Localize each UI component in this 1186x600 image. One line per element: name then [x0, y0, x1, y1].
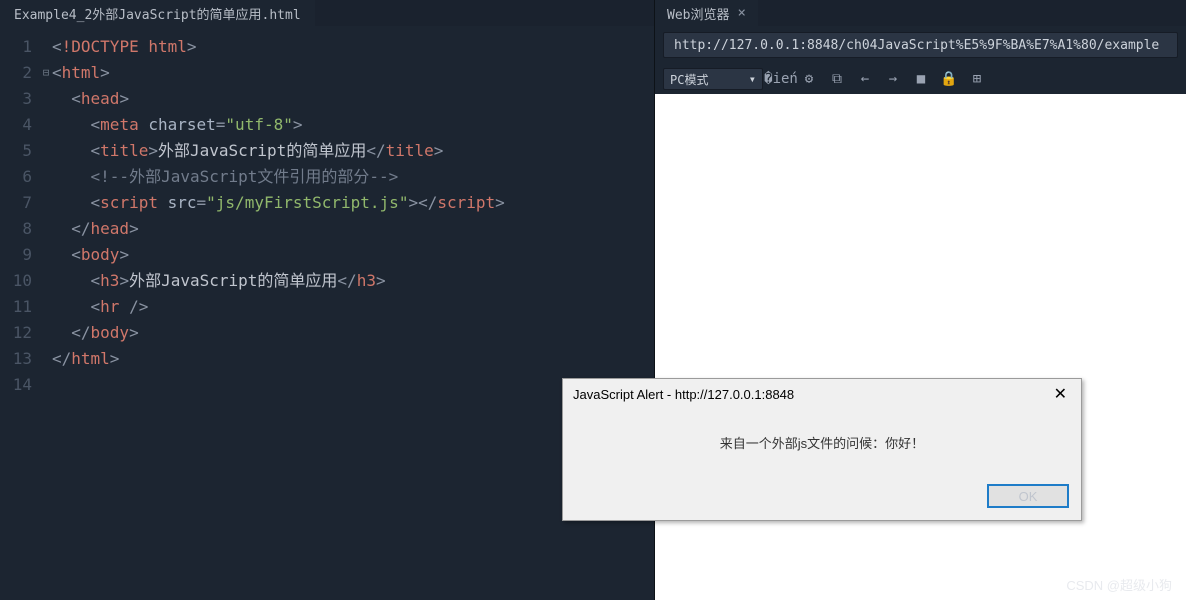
line-number: 1 [0, 34, 32, 60]
js-alert-dialog: JavaScript Alert - http://127.0.0.1:8848… [562, 378, 1082, 521]
fold-marker[interactable] [40, 346, 52, 372]
watermark: CSDN @超级小狗 [1066, 575, 1172, 594]
stop-icon[interactable]: ■ [911, 69, 931, 89]
fold-marker[interactable] [40, 138, 52, 164]
back-icon[interactable]: ← [855, 69, 875, 89]
alert-title-text: JavaScript Alert - http://127.0.0.1:8848 [573, 387, 794, 402]
code-line[interactable]: </head> [52, 216, 654, 242]
close-icon[interactable]: × [737, 5, 745, 21]
line-number: 12 [0, 320, 32, 346]
open-window-icon[interactable]: ⧉ [827, 69, 847, 89]
chevron-down-icon: ▾ [749, 72, 756, 86]
mode-select[interactable]: PC模式 ▾ [663, 68, 763, 90]
line-number: 10 [0, 268, 32, 294]
editor-pane: Example4_2外部JavaScript的简单应用.html 1234567… [0, 0, 655, 600]
fold-marker[interactable] [40, 294, 52, 320]
url-bar[interactable]: http://127.0.0.1:8848/ch04JavaScript%E5%… [663, 32, 1178, 58]
line-number: 5 [0, 138, 32, 164]
line-number: 7 [0, 190, 32, 216]
line-number: 4 [0, 112, 32, 138]
line-number: 2 [0, 60, 32, 86]
browser-tab[interactable]: Web浏览器 × [655, 0, 758, 26]
line-number: 11 [0, 294, 32, 320]
code-line[interactable]: </body> [52, 320, 654, 346]
code-line[interactable]: <body> [52, 242, 654, 268]
line-number: 14 [0, 372, 32, 398]
fold-marker[interactable] [40, 242, 52, 268]
code-line[interactable]: <script src="js/myFirstScript.js"></scri… [52, 190, 654, 216]
forward-icon[interactable]: → [883, 69, 903, 89]
code-area[interactable]: 1234567891011121314 ⊟ <!DOCTYPE html><ht… [0, 26, 654, 600]
code-line[interactable]: <!DOCTYPE html> [52, 34, 654, 60]
browser-toolbar: PC模式 ▾ �ień ⚙ ⧉ ← → ■ 🔒 ⊞ [655, 64, 1186, 94]
browser-content [655, 94, 1186, 600]
code-line[interactable]: <head> [52, 86, 654, 112]
mode-label: PC模式 [670, 71, 708, 88]
code-line[interactable]: <html> [52, 60, 654, 86]
editor-tab-bar: Example4_2外部JavaScript的简单应用.html [0, 0, 654, 26]
fold-marker[interactable] [40, 164, 52, 190]
code-line[interactable]: <h3>外部JavaScript的简单应用</h3> [52, 268, 654, 294]
fold-marker[interactable] [40, 320, 52, 346]
fold-marker[interactable] [40, 216, 52, 242]
phone-icon[interactable]: �ień [771, 69, 791, 89]
alert-message: 来自一个外部js文件的问候：你好！ [563, 409, 1081, 476]
browser-tab-label: Web浏览器 [667, 4, 729, 23]
code-line[interactable]: <!--外部JavaScript文件引用的部分--> [52, 164, 654, 190]
fold-marker[interactable] [40, 86, 52, 112]
line-number: 9 [0, 242, 32, 268]
code-line[interactable]: </html> [52, 346, 654, 372]
fold-marker[interactable] [40, 268, 52, 294]
code-line[interactable]: <title>外部JavaScript的简单应用</title> [52, 138, 654, 164]
line-number: 8 [0, 216, 32, 242]
ok-button[interactable]: OK [987, 484, 1069, 508]
fold-gutter: ⊟ [40, 26, 52, 600]
fold-marker[interactable]: ⊟ [40, 60, 52, 86]
qr-icon[interactable]: ⊞ [967, 69, 987, 89]
line-number: 6 [0, 164, 32, 190]
editor-tab-active[interactable]: Example4_2外部JavaScript的简单应用.html [0, 0, 315, 26]
alert-titlebar: JavaScript Alert - http://127.0.0.1:8848… [563, 379, 1081, 409]
line-number: 3 [0, 86, 32, 112]
lock-icon[interactable]: 🔒 [939, 69, 959, 89]
gear-icon[interactable]: ⚙ [799, 69, 819, 89]
line-number: 13 [0, 346, 32, 372]
code-line[interactable]: <hr /> [52, 294, 654, 320]
close-icon[interactable]: ✕ [1050, 384, 1071, 404]
alert-actions: OK [563, 476, 1081, 520]
line-gutter: 1234567891011121314 [0, 26, 40, 600]
fold-marker[interactable] [40, 34, 52, 60]
code-line[interactable]: <meta charset="utf-8"> [52, 112, 654, 138]
fold-marker[interactable] [40, 190, 52, 216]
fold-marker[interactable] [40, 112, 52, 138]
browser-tab-bar: Web浏览器 × [655, 0, 1186, 26]
fold-marker[interactable] [40, 372, 52, 398]
